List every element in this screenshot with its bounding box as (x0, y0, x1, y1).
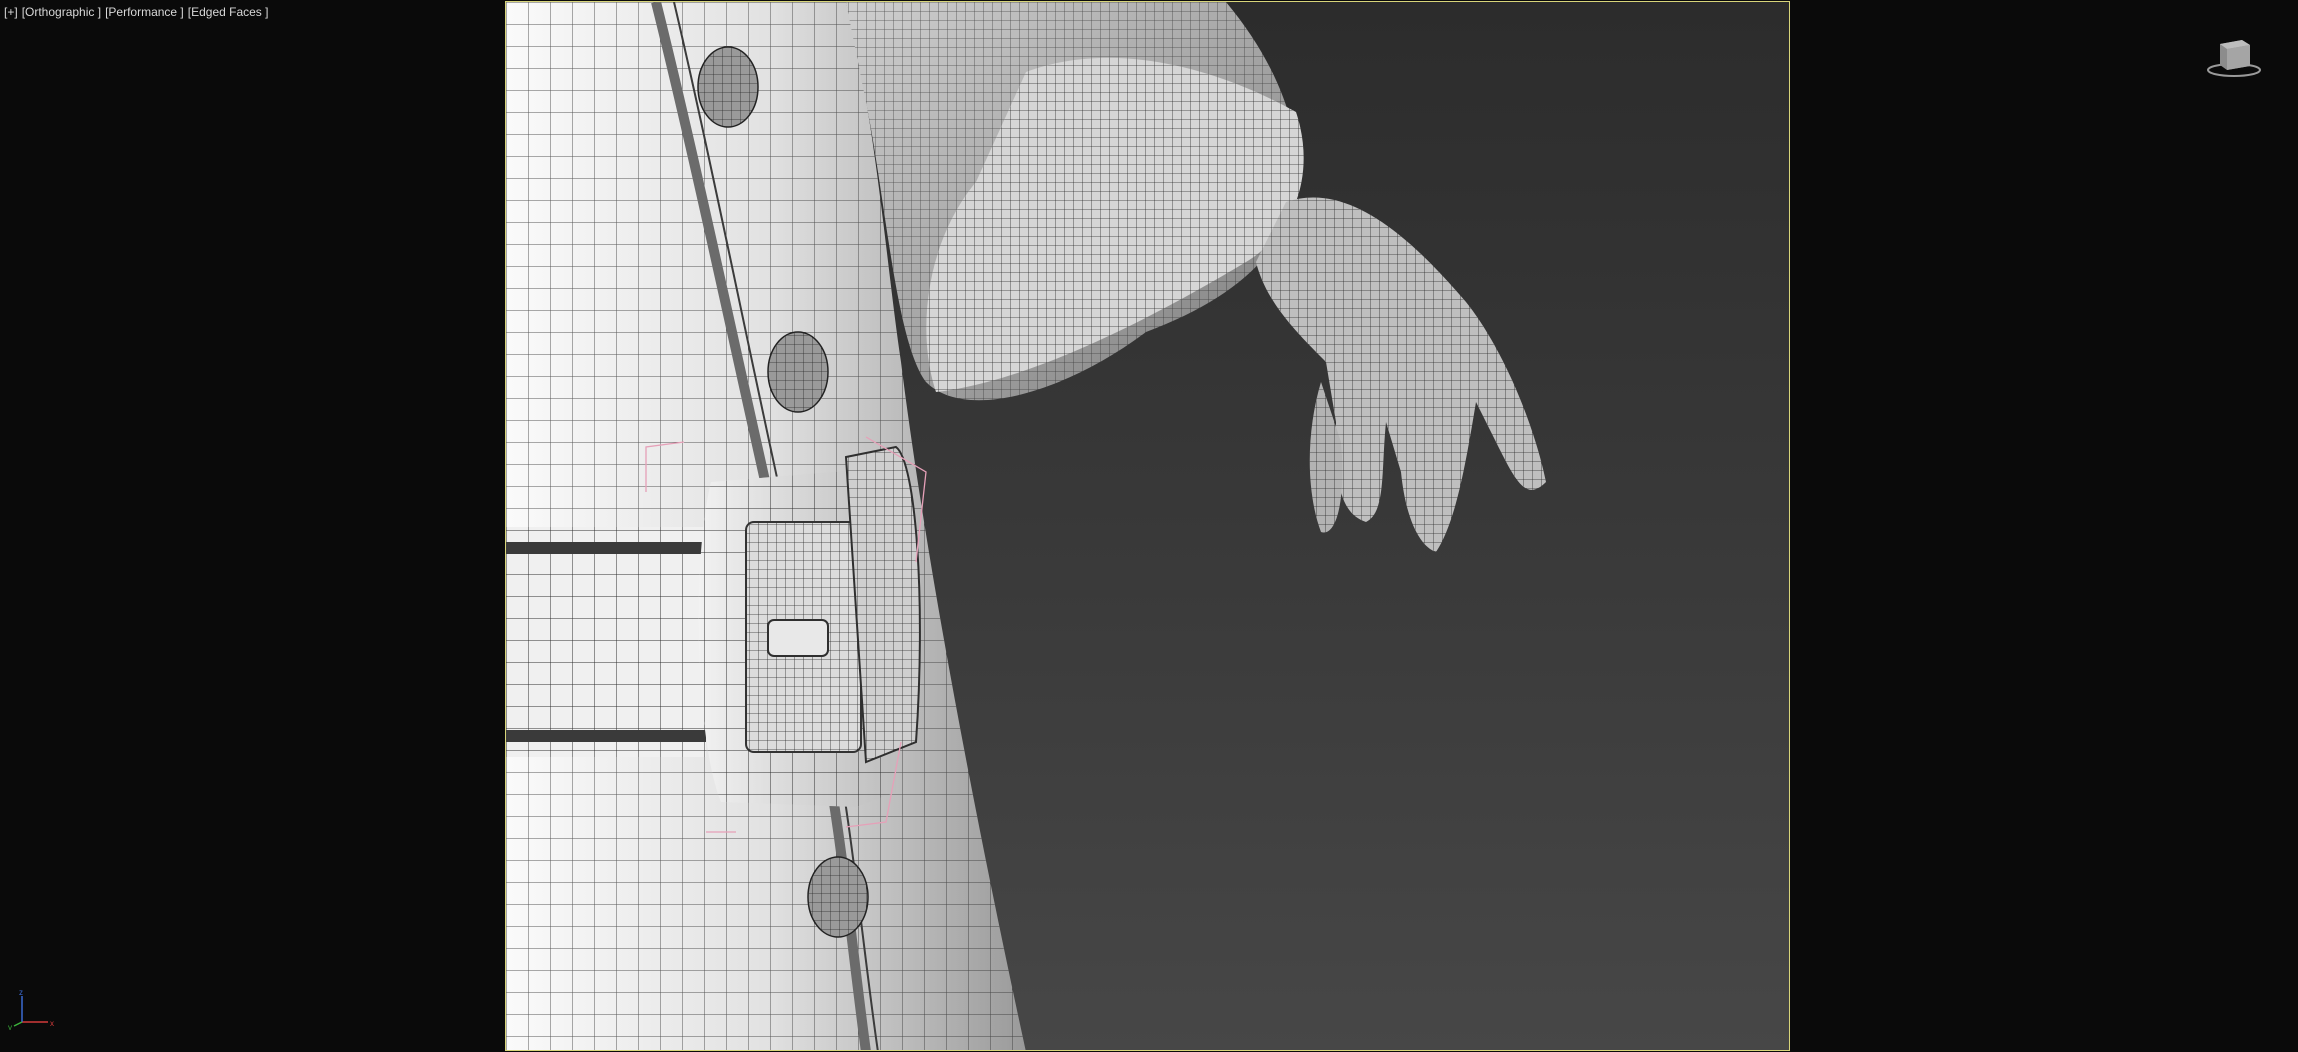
display-mode-button[interactable]: [Performance ] (105, 5, 184, 19)
hand-mesh (1256, 197, 1546, 552)
active-viewport[interactable] (505, 1, 1790, 1051)
axis-gizmo-icon: x y z (8, 990, 54, 1030)
belt-buckle-mesh (698, 445, 921, 807)
axis-x-label: x (50, 1019, 54, 1028)
shading-mode-button[interactable]: [Edged Faces ] (188, 5, 269, 19)
view-type-button[interactable]: [Orthographic ] (22, 5, 101, 19)
viewport-label: [+] [Orthographic ] [Performance ] [Edged F… (4, 5, 272, 19)
viewcube-icon[interactable] (2205, 36, 2263, 80)
axis-y-label: y (8, 1023, 12, 1030)
belt-mesh (506, 527, 706, 757)
mesh-render (506, 2, 1546, 1050)
viewport-menu-button[interactable]: [+] (4, 5, 18, 19)
axis-z-label: z (19, 990, 23, 997)
